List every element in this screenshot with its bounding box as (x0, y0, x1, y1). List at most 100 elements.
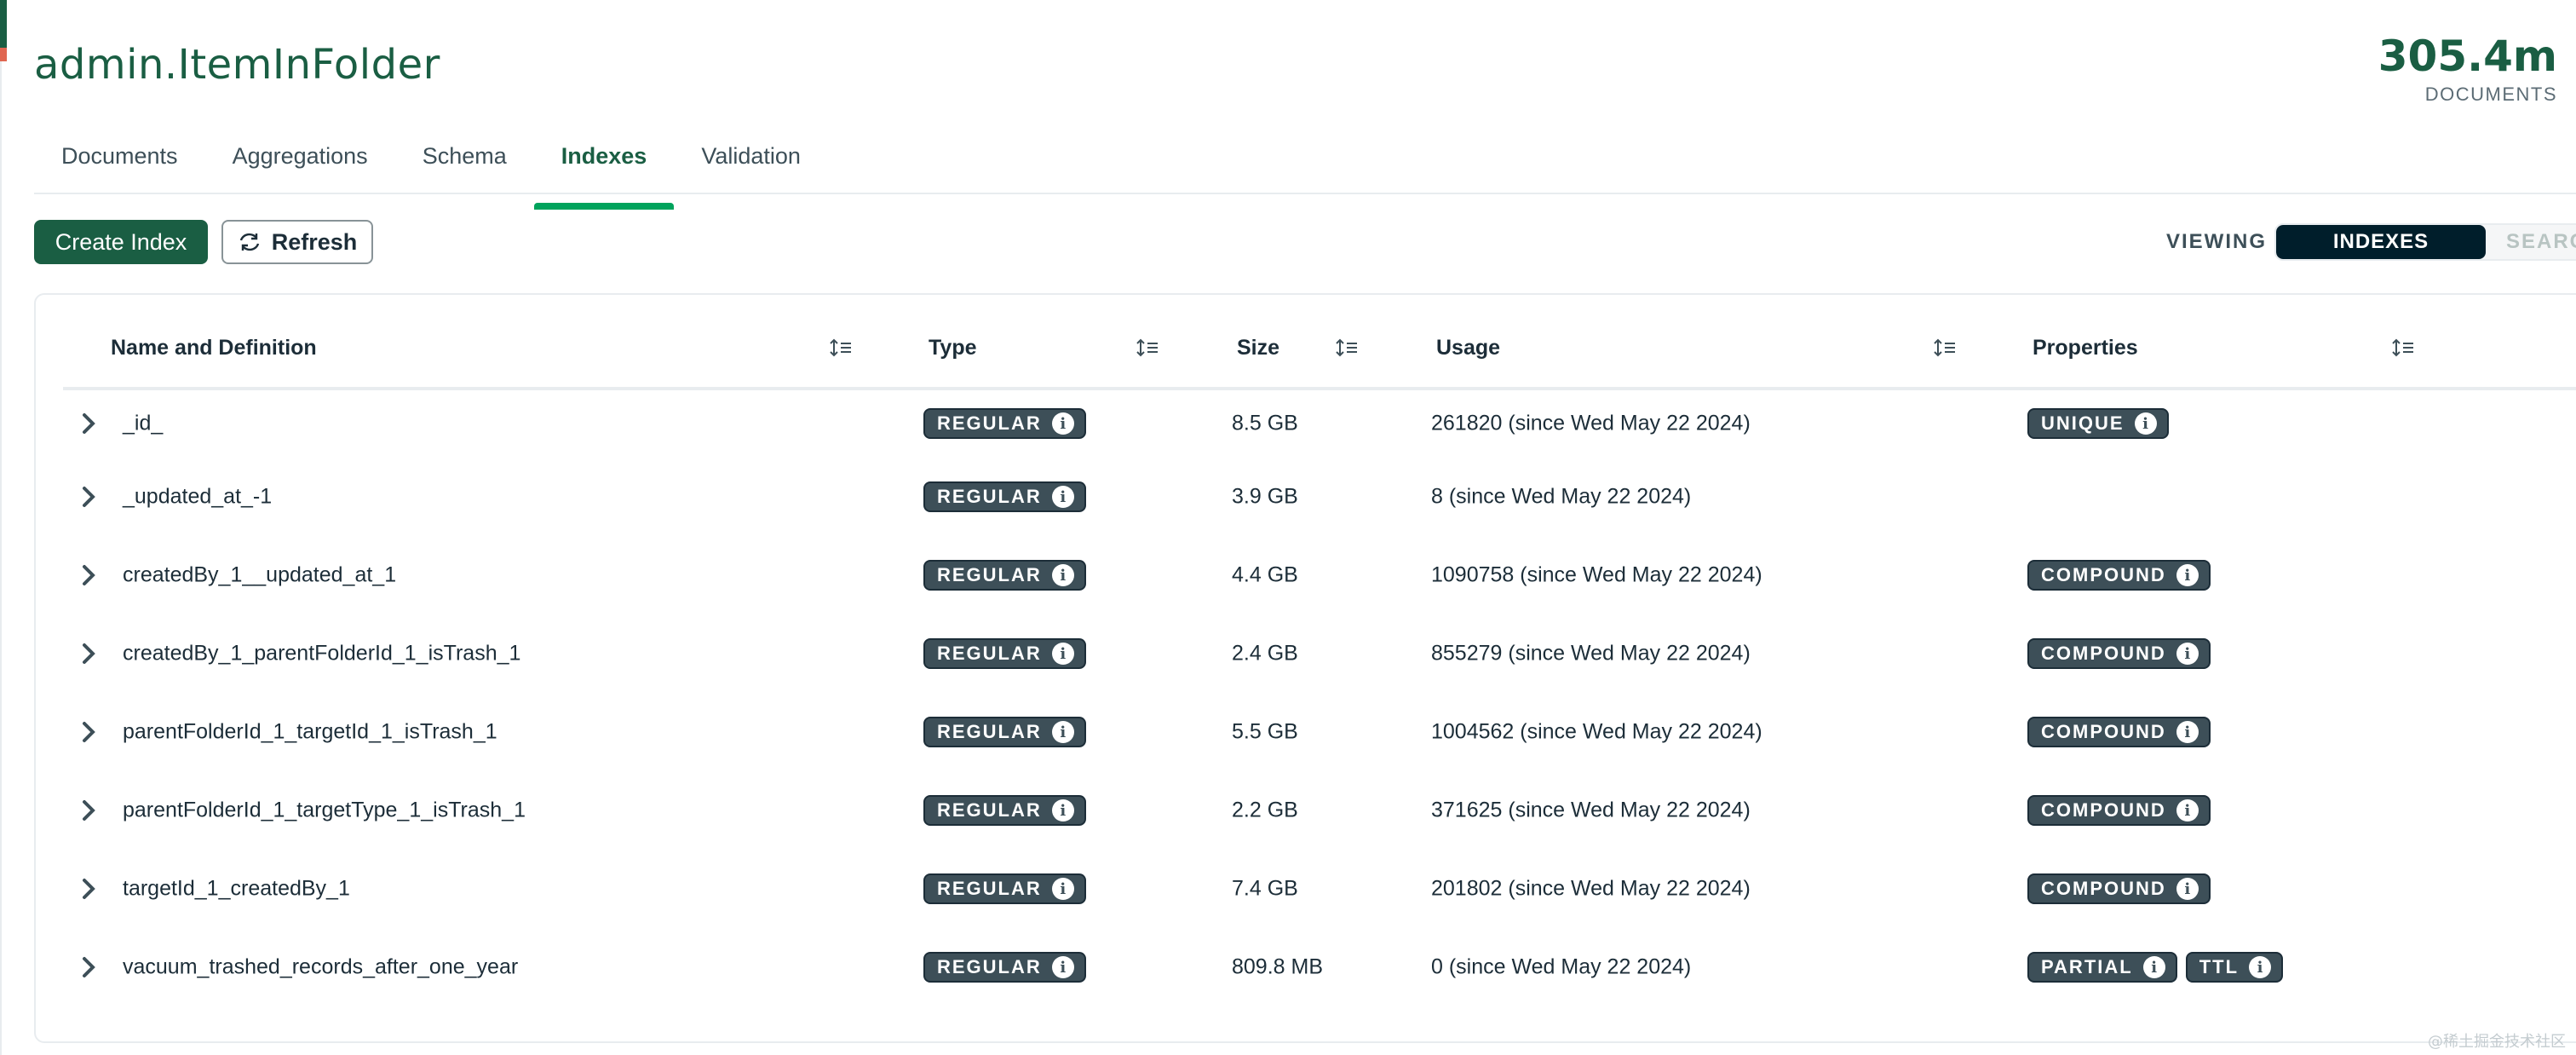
tab-validation[interactable]: Validation (674, 135, 828, 193)
refresh-button[interactable]: Refresh (221, 220, 373, 264)
property-badges: COMPOUND i (2027, 717, 2211, 747)
index-properties: COMPOUND i (2027, 873, 2211, 904)
column-header-size[interactable]: Size (1237, 331, 1279, 365)
table-row[interactable]: _id_ REGULAR i 8.5 GB 261820 (since Wed M… (63, 389, 2576, 458)
chevron-right-icon[interactable] (80, 877, 97, 901)
column-header-properties[interactable]: Properties (2033, 331, 2138, 365)
info-icon[interactable]: i (2176, 721, 2199, 743)
property-badge-label: PARTIAL (2041, 956, 2133, 977)
index-usage: 371625 (since Wed May 22 2024) (1431, 798, 1751, 822)
table-row[interactable]: parentFolderId_1_targetType_1_isTrash_1 … (63, 771, 2576, 850)
tab-documents[interactable]: Documents (34, 135, 205, 193)
info-icon[interactable]: i (2134, 412, 2157, 435)
property-badges: UNIQUE i (2027, 408, 2169, 439)
index-type: REGULAR i (923, 873, 1086, 904)
sidebar-accent-red (0, 48, 7, 61)
index-type: REGULAR i (923, 952, 1086, 983)
chevron-right-icon[interactable] (80, 485, 97, 509)
index-usage: 201802 (since Wed May 22 2024) (1431, 876, 1751, 901)
type-badge-label: REGULAR (937, 878, 1042, 899)
info-icon[interactable]: i (1051, 643, 1074, 665)
sort-icon[interactable] (1336, 337, 1358, 358)
type-badge-label: REGULAR (937, 799, 1042, 821)
info-icon[interactable]: i (1051, 564, 1074, 586)
type-badge-label: REGULAR (937, 412, 1042, 434)
sort-icon[interactable] (1934, 337, 1956, 358)
property-badge-ttl: TTL i (2185, 952, 2284, 983)
tab-schema[interactable]: Schema (395, 135, 534, 193)
index-usage: 1004562 (since Wed May 22 2024) (1431, 719, 1762, 744)
index-properties: COMPOUND i (2027, 795, 2211, 826)
info-icon[interactable]: i (1051, 956, 1074, 978)
type-badge-label: REGULAR (937, 956, 1042, 977)
create-index-button[interactable]: Create Index (34, 220, 208, 264)
collection-title: admin.ItemInFolder (34, 41, 440, 89)
index-type: REGULAR i (923, 638, 1086, 669)
table-row[interactable]: parentFolderId_1_targetId_1_isTrash_1 RE… (63, 693, 2576, 771)
chevron-right-icon[interactable] (80, 412, 97, 435)
viewing-label: VIEWING (2166, 230, 2268, 253)
index-size: 5.5 GB (1232, 719, 1298, 744)
property-badge-label: COMPOUND (2041, 564, 2166, 585)
property-badge-compound: COMPOUND i (2027, 873, 2211, 904)
view-toggle-search[interactable]: SEARCH (2506, 225, 2576, 259)
info-icon[interactable]: i (2176, 799, 2199, 822)
column-header-type[interactable]: Type (929, 331, 977, 365)
chevron-right-icon[interactable] (80, 720, 97, 744)
property-badges: COMPOUND i (2027, 638, 2211, 669)
info-icon[interactable]: i (2142, 956, 2165, 978)
sort-icon[interactable] (830, 337, 852, 358)
table-row[interactable]: targetId_1_createdBy_1 REGULAR i 7.4 GB 2… (63, 850, 2576, 928)
chevron-right-icon[interactable] (80, 955, 97, 979)
index-type: REGULAR i (923, 408, 1086, 439)
tab-indexes[interactable]: Indexes (533, 135, 675, 210)
info-icon[interactable]: i (1051, 486, 1074, 508)
table-row[interactable]: createdBy_1__updated_at_1 REGULAR i 4.4 G… (63, 536, 2576, 614)
index-properties: UNIQUE i (2027, 408, 2169, 439)
table-row[interactable]: vacuum_trashed_records_after_one_year RE… (63, 928, 2576, 1006)
info-icon[interactable]: i (1051, 878, 1074, 900)
info-icon[interactable]: i (1051, 799, 1074, 822)
view-toggle: INDEXES SEARCH (2274, 223, 2576, 261)
info-icon[interactable]: i (2176, 878, 2199, 900)
index-name: vacuum_trashed_records_after_one_year (123, 954, 519, 979)
type-badge-label: REGULAR (937, 564, 1042, 585)
index-properties: COMPOUND i (2027, 560, 2211, 591)
table-row[interactable]: _updated_at_-1 REGULAR i 3.9 GB 8 (since … (63, 458, 2576, 536)
sort-icon[interactable] (2392, 337, 2414, 358)
type-badge-label: REGULAR (937, 643, 1042, 664)
index-properties: COMPOUND i (2027, 638, 2211, 669)
info-icon[interactable]: i (2176, 643, 2199, 665)
table-header: Name and Definition Type Size Usage Prop… (63, 331, 2576, 390)
view-toggle-indexes[interactable]: INDEXES (2276, 225, 2486, 259)
info-icon[interactable]: i (1051, 412, 1074, 435)
collection-tabs: Documents Aggregations Schema Indexes Va… (34, 135, 2576, 210)
chevron-right-icon[interactable] (80, 642, 97, 666)
index-type: REGULAR i (923, 481, 1086, 512)
refresh-icon (239, 233, 259, 251)
property-badge-compound: COMPOUND i (2027, 638, 2211, 669)
index-type: REGULAR i (923, 717, 1086, 747)
chevron-right-icon[interactable] (80, 563, 97, 587)
info-icon[interactable]: i (1051, 721, 1074, 743)
type-badge: REGULAR i (923, 873, 1086, 904)
property-badges: COMPOUND i (2027, 560, 2211, 591)
tab-aggregations[interactable]: Aggregations (205, 135, 395, 193)
document-count-label: DOCUMENTS (2424, 84, 2557, 105)
index-usage: 855279 (since Wed May 22 2024) (1431, 641, 1751, 666)
info-icon[interactable]: i (2249, 956, 2272, 978)
property-badge-compound: COMPOUND i (2027, 795, 2211, 826)
index-size: 2.4 GB (1232, 641, 1298, 666)
column-header-name[interactable]: Name and Definition (111, 331, 317, 365)
index-usage: 8 (since Wed May 22 2024) (1431, 484, 1692, 509)
table-row[interactable]: createdBy_1_parentFolderId_1_isTrash_1 R… (63, 614, 2576, 693)
property-badge-compound: COMPOUND i (2027, 560, 2211, 591)
type-badge-label: REGULAR (937, 721, 1042, 742)
chevron-right-icon[interactable] (80, 798, 97, 822)
index-size: 2.2 GB (1232, 798, 1298, 822)
index-size: 3.9 GB (1232, 484, 1298, 509)
column-header-usage[interactable]: Usage (1436, 331, 1500, 365)
index-size: 7.4 GB (1232, 876, 1298, 901)
info-icon[interactable]: i (2176, 564, 2199, 586)
sort-icon[interactable] (1136, 337, 1159, 358)
